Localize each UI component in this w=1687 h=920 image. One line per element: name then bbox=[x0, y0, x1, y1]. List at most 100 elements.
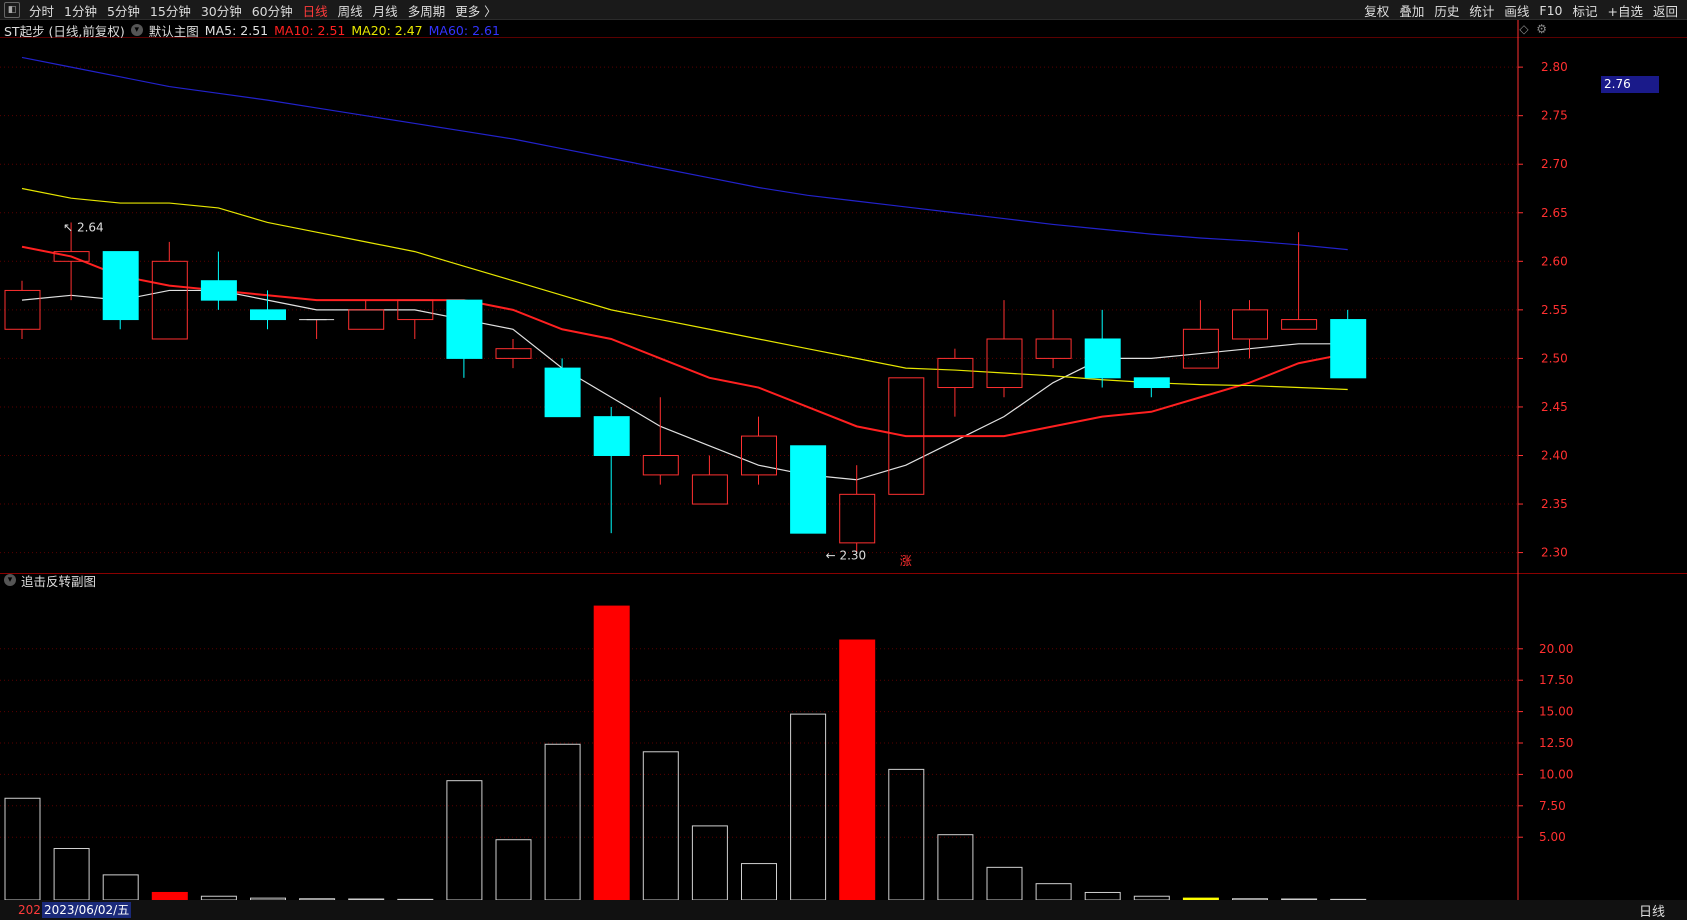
current-price-tag: 2.76 bbox=[1601, 76, 1659, 93]
chevron-down-icon[interactable]: ▾ bbox=[4, 574, 16, 586]
y-tick-label: 2.65 bbox=[1541, 206, 1568, 220]
candle-body bbox=[1084, 338, 1121, 379]
y-tick-label: 2.50 bbox=[1541, 351, 1568, 365]
high-annotation: ↖ 2.64 bbox=[63, 220, 104, 234]
candle-body bbox=[1035, 338, 1072, 359]
ma-line-ma10 bbox=[21, 245, 1348, 438]
period-tab[interactable]: 日线 bbox=[298, 1, 333, 20]
ma60-label: MA60: 2.61 bbox=[428, 22, 500, 38]
sub-y-tick-label: 10.00 bbox=[1539, 767, 1573, 781]
chart-tools: ◇ ⚙ bbox=[1519, 22, 1547, 36]
period-tab[interactable]: 分时 bbox=[24, 1, 59, 20]
period-tab[interactable]: 周线 bbox=[333, 1, 368, 20]
period-tab[interactable]: 更多 〉 bbox=[450, 1, 501, 20]
sub-bar bbox=[544, 743, 581, 900]
date-prefix: 202 bbox=[18, 903, 41, 917]
candle-body bbox=[593, 416, 630, 456]
candle-body bbox=[691, 474, 728, 505]
sub-bar bbox=[937, 834, 974, 900]
period-label[interactable]: 日线 bbox=[1639, 901, 1665, 920]
candle-body bbox=[1330, 319, 1367, 379]
sub-bar bbox=[1084, 891, 1121, 900]
window-icon[interactable]: ◧ bbox=[4, 2, 20, 18]
candle-body bbox=[446, 299, 483, 359]
stock-title: ST起步 (日线,前复权) bbox=[4, 23, 125, 39]
diamond-icon[interactable]: ◇ bbox=[1519, 22, 1528, 36]
period-tab[interactable]: 5分钟 bbox=[102, 1, 145, 20]
y-tick-label: 2.40 bbox=[1541, 448, 1568, 462]
y-tick-label: 2.75 bbox=[1541, 109, 1568, 123]
period-tab[interactable]: 30分钟 bbox=[196, 1, 247, 20]
candle-body bbox=[1281, 319, 1318, 330]
tool-button[interactable]: 返回 bbox=[1648, 1, 1683, 20]
y-tick-label: 2.35 bbox=[1541, 497, 1568, 511]
signal-marker: 涨 bbox=[900, 553, 912, 568]
settings-icon[interactable]: ⚙ bbox=[1536, 22, 1547, 36]
sub-bar bbox=[446, 780, 483, 900]
y-tick-label: 2.70 bbox=[1541, 157, 1568, 171]
time-axis bbox=[0, 900, 1687, 920]
template-label[interactable]: 默认主图 bbox=[149, 21, 199, 40]
y-tick-label: 2.30 bbox=[1541, 546, 1568, 560]
tool-button[interactable]: 标记 bbox=[1567, 1, 1602, 20]
sub-bar bbox=[986, 866, 1023, 900]
candle-body bbox=[839, 493, 876, 544]
tool-button[interactable]: 画线 bbox=[1499, 1, 1534, 20]
candle-body bbox=[544, 367, 581, 418]
sub-bar bbox=[1035, 883, 1072, 900]
y-tick-label: 2.45 bbox=[1541, 400, 1568, 414]
candle-body bbox=[1182, 328, 1219, 369]
tool-button[interactable]: 复权 bbox=[1359, 1, 1394, 20]
sub-bar bbox=[495, 839, 532, 900]
sub-bar bbox=[4, 797, 41, 900]
low-annotation: ← 2.30 bbox=[826, 549, 867, 563]
chevron-down-icon[interactable]: ▾ bbox=[130, 24, 143, 36]
y-tick-label: 2.80 bbox=[1541, 60, 1568, 74]
cursor-date: 2023/06/02/五 bbox=[42, 902, 132, 918]
ma5-label: MA5: 2.51 bbox=[204, 22, 269, 38]
ma-line-ma60 bbox=[21, 56, 1348, 251]
sub-bar bbox=[691, 825, 728, 900]
period-tab[interactable]: 多周期 bbox=[403, 1, 451, 20]
ma10-label: MA10: 2.51 bbox=[274, 22, 346, 38]
candle-body bbox=[4, 289, 41, 330]
candle-body bbox=[986, 338, 1023, 389]
tool-button[interactable]: 历史 bbox=[1429, 1, 1464, 20]
y-tick-label: 2.55 bbox=[1541, 303, 1568, 317]
candle-body bbox=[250, 309, 286, 321]
main-legend: ST起步 (日线,前复权) ▾ 默认主图 MA5: 2.51 MA10: 2.5… bbox=[4, 21, 506, 39]
sub-chart-title[interactable]: 追击反转副图 bbox=[21, 571, 96, 590]
sub-bar bbox=[839, 639, 876, 900]
sub-legend: ▾ 追击反转副图 bbox=[4, 571, 96, 589]
kline-chart[interactable]: 2.30 2.35 2.40 2.45 2.50 2.55 2.60 2.65 2.70 2.75… bbox=[0, 20, 1687, 900]
sub-y-tick-label: 5.00 bbox=[1539, 830, 1566, 844]
tool-button[interactable]: F10 bbox=[1534, 3, 1567, 18]
candle-body bbox=[1133, 377, 1170, 389]
sub-y-tick-label: 15.00 bbox=[1539, 705, 1573, 719]
sub-bar bbox=[102, 874, 139, 900]
candle-body bbox=[790, 445, 827, 534]
tool-button[interactable]: 统计 bbox=[1464, 1, 1499, 20]
tool-button[interactable]: 叠加 bbox=[1394, 1, 1429, 20]
period-tab[interactable]: 15分钟 bbox=[145, 1, 196, 20]
candle-body bbox=[151, 260, 188, 340]
candle-body bbox=[937, 357, 974, 389]
sub-bar bbox=[888, 768, 925, 900]
tool-buttons: 复权 叠加 历史 统计 画线 F10 标记 +自选 返回 bbox=[1359, 0, 1683, 20]
top-toolbar: ◧ 分时 1分钟 5分钟 15分钟 30分钟 60分钟 日线 周线 月线 多周期 更多 〉 复权 叠加… bbox=[0, 0, 1687, 20]
period-tab[interactable]: 月线 bbox=[368, 1, 403, 20]
period-tab[interactable]: 60分钟 bbox=[247, 1, 298, 20]
candle-body bbox=[348, 309, 385, 330]
sub-y-tick-label: 17.50 bbox=[1539, 673, 1573, 687]
sub-bar bbox=[790, 713, 827, 900]
sub-bar bbox=[53, 848, 90, 900]
candle-body bbox=[741, 435, 777, 476]
candle-body bbox=[1232, 309, 1268, 340]
y-tick-label: 2.60 bbox=[1541, 254, 1568, 268]
ma20-label: MA20: 2.47 bbox=[351, 22, 423, 38]
sub-bar bbox=[741, 863, 777, 900]
tool-button[interactable]: +自选 bbox=[1603, 1, 1648, 20]
period-tab[interactable]: 1分钟 bbox=[59, 1, 102, 20]
candle-body bbox=[495, 348, 532, 359]
sub-y-tick-label: 7.50 bbox=[1539, 799, 1566, 813]
